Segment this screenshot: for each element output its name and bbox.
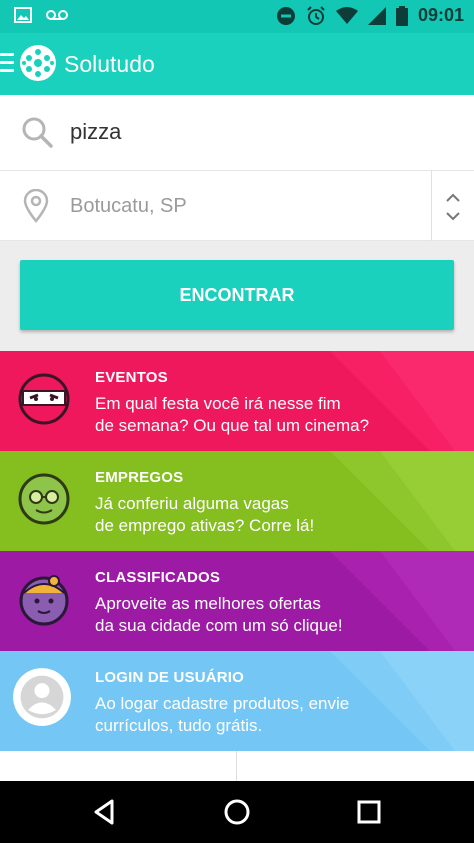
card-classificados-line2: da sua cidade com um só clique! (95, 616, 343, 635)
card-empregos-line2: de emprego ativas? Corre lá! (95, 516, 315, 535)
app-bar: Solutudo (0, 33, 474, 95)
location-pin-icon (23, 189, 49, 223)
card-classificados[interactable]: CLASSIFICADOS Aproveite as melhores ofer… (0, 551, 474, 651)
card-login-desc: Ao logar cadastre produtos, envie curríc… (95, 693, 455, 737)
worker-avatar-icon (18, 473, 70, 525)
recents-icon[interactable] (352, 795, 386, 829)
clock-time: 09:01 (417, 5, 464, 25)
card-login-line2: currículos, tudo grátis. (95, 716, 263, 735)
location-field[interactable]: Botucatu, SP (0, 171, 474, 241)
search-icon (22, 117, 53, 148)
battery-icon (395, 5, 408, 26)
card-login-title: LOGIN DE USUÁRIO (95, 669, 245, 686)
find-button[interactable]: ENCONTRAR (20, 260, 454, 330)
card-empregos[interactable]: EMPREGOS Já conferiu alguma vagas de emp… (0, 451, 474, 551)
card-eventos-line2: de semana? Ou que tal um cinema? (95, 416, 370, 435)
back-icon[interactable] (88, 795, 122, 829)
image-icon (14, 7, 32, 23)
ninja-avatar-icon (18, 373, 70, 425)
card-login-line1: Ao logar cadastre produtos, envie (95, 694, 350, 713)
signal-icon (367, 6, 386, 25)
card-eventos-line1: Em qual festa você irá nesse fim (95, 394, 341, 413)
shopper-avatar-icon (19, 575, 69, 626)
bottom-actions (0, 751, 474, 781)
card-eventos-title: EVENTOS (95, 369, 168, 386)
status-right-icons: 09:01 (276, 5, 464, 26)
nav-bar (0, 781, 474, 843)
card-empregos-desc: Já conferiu alguma vagas de emprego ativ… (95, 493, 455, 537)
alarm-icon (307, 5, 325, 25)
app-title: Solutudo (64, 51, 155, 77)
app-logo (20, 45, 56, 81)
card-login[interactable]: LOGIN DE USUÁRIO Ao logar cadastre produ… (0, 651, 474, 751)
card-empregos-line1: Já conferiu alguma vagas (95, 494, 289, 513)
card-classificados-title: CLASSIFICADOS (95, 569, 221, 586)
bottom-separator (236, 751, 237, 781)
home-icon[interactable] (220, 795, 254, 829)
card-eventos[interactable]: EVENTOS Em qual festa você irá nesse fim… (0, 351, 474, 451)
card-classificados-desc: Aproveite as melhores ofertas da sua cid… (95, 593, 455, 637)
status-left-icons (14, 6, 68, 24)
card-eventos-desc: Em qual festa você irá nesse fim de sema… (95, 393, 455, 437)
voicemail-icon (46, 10, 68, 20)
user-avatar-icon (13, 668, 71, 726)
menu-icon[interactable] (0, 53, 14, 75)
wifi-icon (335, 6, 358, 24)
status-bar: 09:01 (0, 0, 474, 33)
search-input[interactable]: pizza (70, 119, 121, 145)
location-spinner-icon[interactable] (440, 185, 466, 229)
action-area: ENCONTRAR (0, 241, 474, 351)
location-value[interactable]: Botucatu, SP (70, 195, 187, 218)
card-classificados-line1: Aproveite as melhores ofertas (95, 594, 321, 613)
do-not-disturb-icon (276, 6, 295, 25)
search-field[interactable]: pizza (0, 95, 474, 171)
card-empregos-title: EMPREGOS (95, 469, 184, 486)
location-divider (431, 171, 432, 241)
